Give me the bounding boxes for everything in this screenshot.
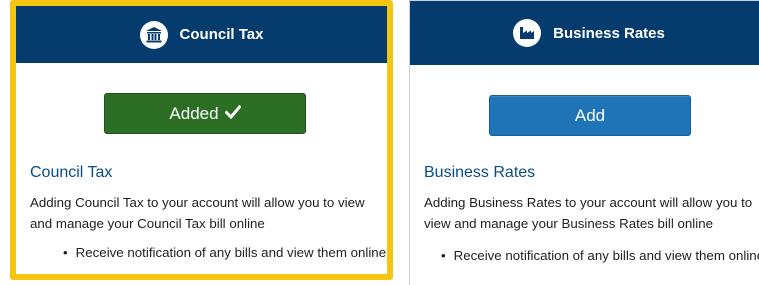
card-header: Business Rates xyxy=(410,1,759,65)
bullet-text: Receive notification of any bills and vi… xyxy=(75,245,387,260)
card-header: Council Tax xyxy=(16,6,387,63)
building-icon xyxy=(139,20,168,49)
bullet-dot: • xyxy=(63,245,68,260)
card-title: Business Rates xyxy=(424,164,536,181)
card-title: Council Tax xyxy=(30,164,113,181)
card-bullet-item: • Receive notification of any bills and … xyxy=(441,247,759,265)
council-tax-card[interactable]: Council Tax Added Council Tax Adding Cou… xyxy=(10,0,393,280)
card-header-title: Council Tax xyxy=(179,26,264,43)
card-description: Adding Council Tax to your account will … xyxy=(30,195,365,231)
checkmark-icon xyxy=(223,103,242,124)
card-description: Adding Business Rates to your account wi… xyxy=(424,195,753,231)
card-bullet-item: • Receive notification of any bills and … xyxy=(63,244,386,262)
added-button-label: Added xyxy=(169,103,219,123)
card-header-title: Business Rates xyxy=(553,24,665,42)
business-rates-card[interactable]: Business Rates Add Business Rates Adding… xyxy=(409,0,759,285)
service-cards-page: Council Tax Added Council Tax Adding Cou… xyxy=(0,0,759,285)
added-button[interactable]: Added xyxy=(104,93,306,134)
add-button-label: Add xyxy=(574,105,606,125)
bullet-dot: • xyxy=(441,248,446,263)
bullet-text: Receive notification of any bills and vi… xyxy=(453,248,759,263)
add-button[interactable]: Add xyxy=(489,95,691,136)
factory-icon xyxy=(513,19,542,47)
